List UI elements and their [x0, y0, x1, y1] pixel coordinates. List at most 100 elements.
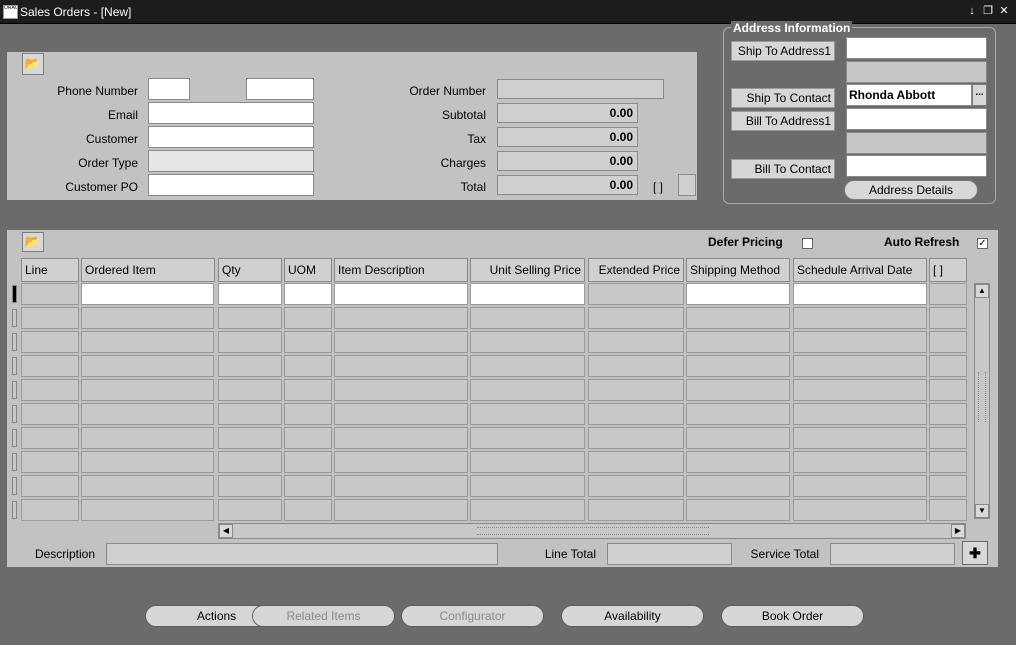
cell-ordered-item[interactable]: [81, 499, 214, 521]
expand-icon[interactable]: ✚: [962, 541, 988, 565]
cell-flex[interactable]: [929, 307, 967, 329]
scroll-up-icon[interactable]: ▲: [975, 284, 989, 298]
cell-shipping-method[interactable]: [686, 379, 790, 401]
restore-icon[interactable]: ❐: [982, 5, 994, 17]
cell-qty[interactable]: [218, 403, 282, 425]
availability-button[interactable]: Availability: [561, 605, 704, 627]
cell-item-description[interactable]: [334, 475, 468, 497]
cell-item-description[interactable]: [334, 427, 468, 449]
scroll-right-icon[interactable]: ▶: [951, 524, 965, 538]
cell-item-description[interactable]: [334, 331, 468, 353]
ship-to-address-field[interactable]: [846, 37, 987, 59]
customer-field[interactable]: [148, 126, 314, 148]
scroll-down-icon[interactable]: ▼: [975, 504, 989, 518]
cell-schedule-arrival-date[interactable]: [793, 475, 927, 497]
cell-unit-selling-price[interactable]: [470, 499, 585, 521]
cell-ordered-item[interactable]: [81, 307, 214, 329]
cell-qty[interactable]: [218, 475, 282, 497]
cell-flex[interactable]: [929, 379, 967, 401]
row-selector[interactable]: [12, 405, 17, 423]
phone-number-field[interactable]: [246, 78, 314, 100]
related-items-button[interactable]: Related Items: [252, 605, 395, 627]
cell-item-description[interactable]: [334, 499, 468, 521]
cell-shipping-method[interactable]: [686, 499, 790, 521]
ship-to-contact-lov-button[interactable]: ...: [972, 84, 987, 106]
cell-uom[interactable]: [284, 451, 332, 473]
minimize-icon[interactable]: ↓: [966, 5, 978, 17]
cell-qty[interactable]: [218, 499, 282, 521]
cell-unit-selling-price[interactable]: [470, 331, 585, 353]
cell-qty[interactable]: [218, 283, 282, 305]
cell-uom[interactable]: [284, 307, 332, 329]
cell-shipping-method[interactable]: [686, 403, 790, 425]
customer-po-field[interactable]: [148, 174, 314, 196]
cell-ordered-item[interactable]: [81, 331, 214, 353]
cell-schedule-arrival-date[interactable]: [793, 331, 927, 353]
cell-flex[interactable]: [929, 403, 967, 425]
cell-qty[interactable]: [218, 331, 282, 353]
bill-to-contact-field[interactable]: [846, 155, 987, 177]
cell-schedule-arrival-date[interactable]: [793, 355, 927, 377]
book-order-button[interactable]: Book Order: [721, 605, 864, 627]
cell-uom[interactable]: [284, 427, 332, 449]
horizontal-scroll-thumb[interactable]: [477, 527, 709, 535]
cell-unit-selling-price[interactable]: [470, 307, 585, 329]
cell-schedule-arrival-date[interactable]: [793, 427, 927, 449]
email-field[interactable]: [148, 102, 314, 124]
cell-schedule-arrival-date[interactable]: [793, 451, 927, 473]
cell-flex[interactable]: [929, 427, 967, 449]
cell-ordered-item[interactable]: [81, 379, 214, 401]
address-details-button[interactable]: Address Details: [844, 180, 978, 200]
cell-unit-selling-price[interactable]: [470, 427, 585, 449]
cell-qty[interactable]: [218, 451, 282, 473]
cell-unit-selling-price[interactable]: [470, 379, 585, 401]
row-selector[interactable]: [12, 381, 17, 399]
cell-item-description[interactable]: [334, 283, 468, 305]
cell-schedule-arrival-date[interactable]: [793, 499, 927, 521]
defer-pricing-checkbox[interactable]: [802, 238, 813, 249]
row-selector[interactable]: [12, 501, 17, 519]
total-flex-field[interactable]: [678, 174, 696, 196]
bill-to-address-field[interactable]: [846, 108, 987, 130]
cell-unit-selling-price[interactable]: [470, 451, 585, 473]
cell-item-description[interactable]: [334, 451, 468, 473]
cell-uom[interactable]: [284, 283, 332, 305]
cell-schedule-arrival-date[interactable]: [793, 283, 927, 305]
cell-uom[interactable]: [284, 355, 332, 377]
row-selector[interactable]: [12, 477, 17, 495]
cell-item-description[interactable]: [334, 403, 468, 425]
cell-qty[interactable]: [218, 379, 282, 401]
row-selector[interactable]: [12, 285, 17, 303]
cell-flex[interactable]: [929, 451, 967, 473]
auto-refresh-checkbox[interactable]: ✓: [977, 238, 988, 249]
cell-shipping-method[interactable]: [686, 283, 790, 305]
cell-uom[interactable]: [284, 331, 332, 353]
cell-uom[interactable]: [284, 499, 332, 521]
row-selector[interactable]: [12, 357, 17, 375]
cell-shipping-method[interactable]: [686, 331, 790, 353]
cell-item-description[interactable]: [334, 379, 468, 401]
vertical-scroll-thumb[interactable]: [978, 372, 986, 422]
cell-unit-selling-price[interactable]: [470, 475, 585, 497]
cell-uom[interactable]: [284, 403, 332, 425]
cell-item-description[interactable]: [334, 307, 468, 329]
close-icon[interactable]: ✕: [998, 5, 1010, 17]
cell-flex[interactable]: [929, 331, 967, 353]
phone-area-code-field[interactable]: [148, 78, 190, 100]
cell-item-description[interactable]: [334, 355, 468, 377]
cell-qty[interactable]: [218, 307, 282, 329]
row-selector[interactable]: [12, 333, 17, 351]
row-selector[interactable]: [12, 309, 17, 327]
lines-vertical-scrollbar[interactable]: ▲ ▼: [974, 283, 990, 519]
folder-icon[interactable]: 📂: [22, 53, 44, 75]
cell-uom[interactable]: [284, 379, 332, 401]
cell-ordered-item[interactable]: [81, 427, 214, 449]
cell-flex[interactable]: [929, 355, 967, 377]
cell-qty[interactable]: [218, 355, 282, 377]
cell-flex[interactable]: [929, 283, 967, 305]
cell-unit-selling-price[interactable]: [470, 283, 585, 305]
cell-unit-selling-price[interactable]: [470, 403, 585, 425]
cell-uom[interactable]: [284, 475, 332, 497]
scroll-left-icon[interactable]: ◀: [219, 524, 233, 538]
cell-ordered-item[interactable]: [81, 403, 214, 425]
